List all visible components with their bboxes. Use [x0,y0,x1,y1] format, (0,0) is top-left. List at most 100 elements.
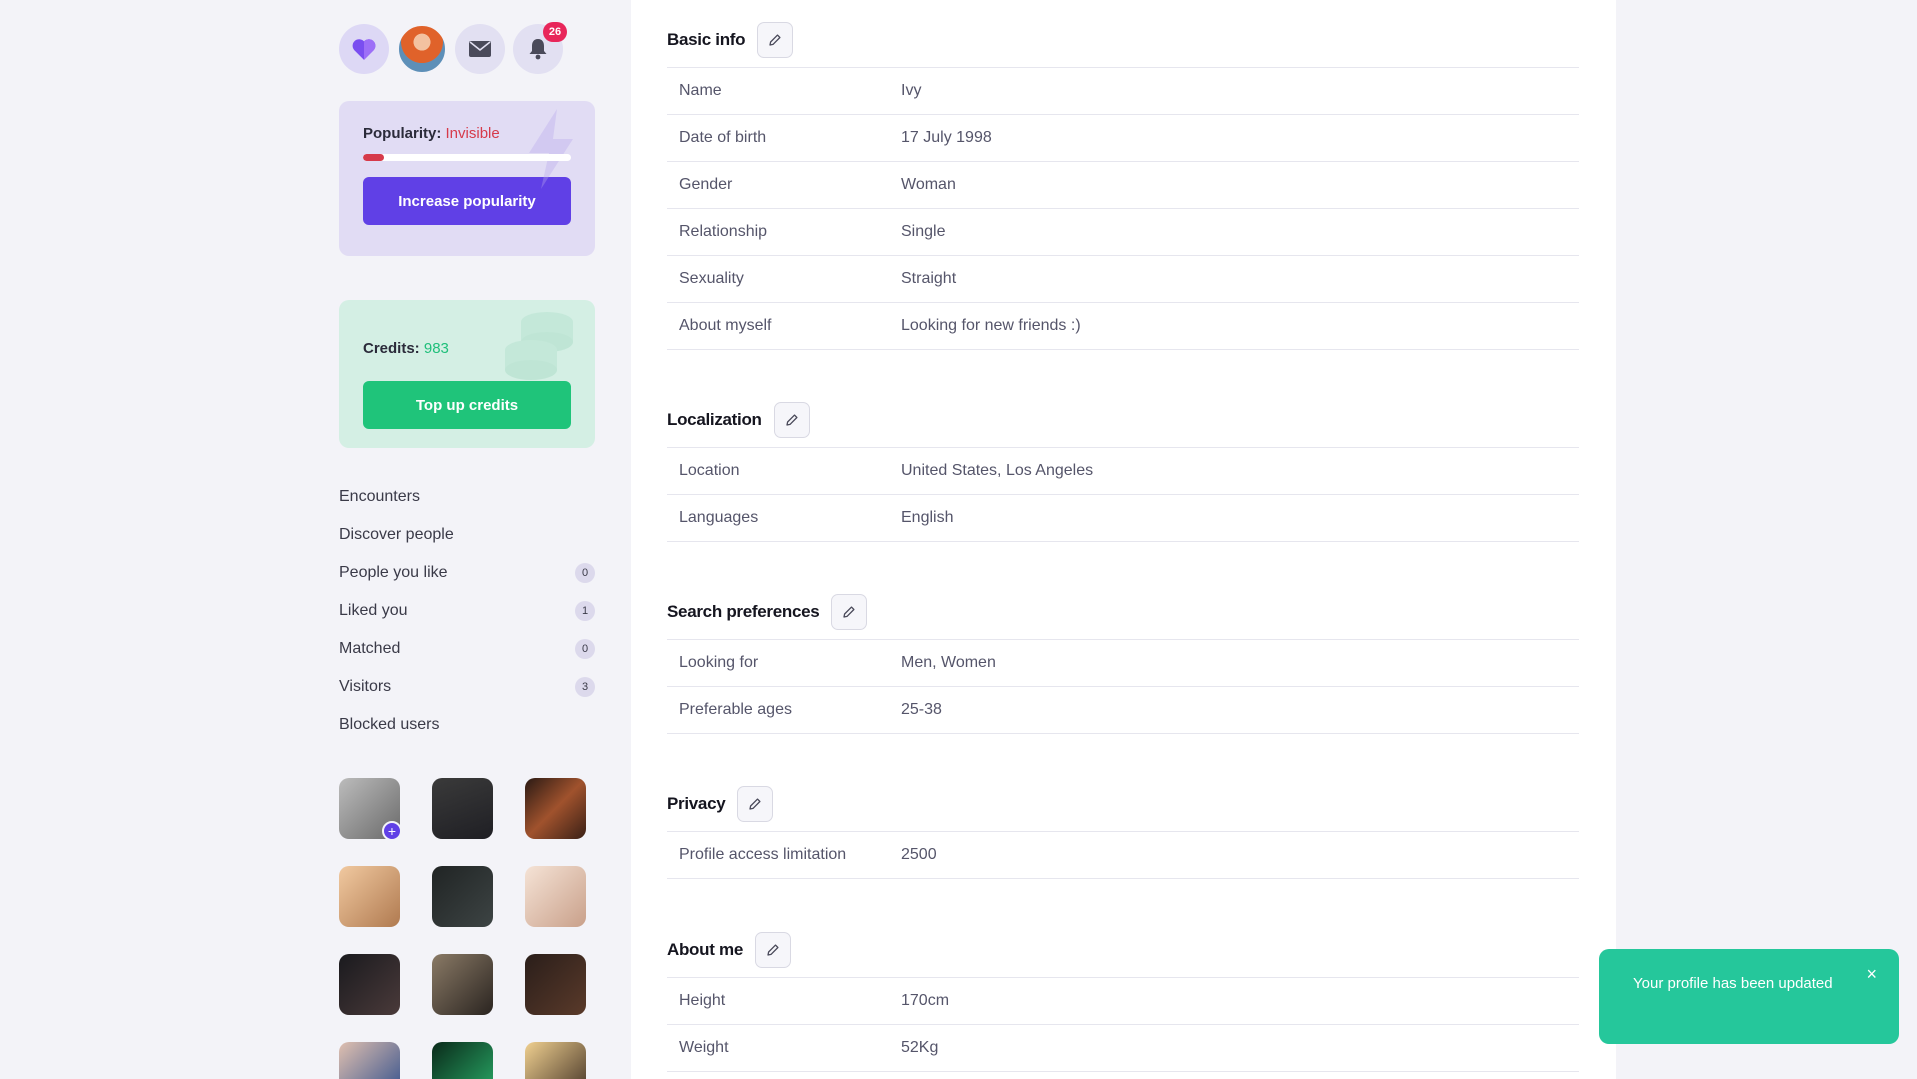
photo-thumb[interactable] [525,866,586,927]
section-title: Basic info [667,30,746,49]
section-title: Search preferences [667,602,820,621]
search-preferences-section: Search preferences Looking for Men, Women P… [667,594,1579,734]
menu-item-label: Liked you [339,602,408,619]
notifications-count-badge: 26 [543,22,567,42]
info-row: Weight 52Kg [667,1025,1579,1072]
heart-icon [352,39,376,60]
info-table: Looking for Men, Women Preferable ages 25-3… [667,639,1579,734]
bell-icon [529,39,547,60]
info-key: Sexuality [679,270,744,287]
info-table: Location United States, Los Angeles Langua… [667,447,1579,542]
profile-avatar-button[interactable] [397,24,447,74]
info-row: About myself Looking for new friends :) [667,303,1579,350]
popularity-progress-fill [363,154,384,161]
info-row: Looking for Men, Women [667,640,1579,687]
basic-info-section: Basic info Name Ivy Date of birth 17 July 19… [667,22,1579,350]
photo-thumb[interactable] [432,954,493,1015]
photo-thumb[interactable] [432,1042,493,1079]
pencil-icon [843,606,855,618]
logo-heart-button[interactable] [339,24,389,74]
info-key: Height [679,992,726,1009]
photo-thumb[interactable] [525,1042,586,1079]
edit-search-button[interactable] [831,594,868,630]
info-key: Location [679,462,740,479]
edit-basic-button[interactable] [757,22,794,58]
info-key: Gender [679,176,733,193]
info-row: Date of birth 17 July 1998 [667,115,1579,162]
menu-item-discover-people[interactable]: Discover people [339,516,595,554]
privacy-section: Privacy Profile access limitation 2500 [667,786,1579,879]
info-row: Sexuality Straight [667,256,1579,303]
menu-item-liked-you[interactable]: Liked you 1 [339,592,595,630]
photo-thumb[interactable] [339,866,400,927]
messages-button[interactable] [455,24,505,74]
info-key: Languages [679,509,759,526]
info-key: Profile access limitation [679,846,847,863]
popularity-card: Popularity: Invisible Increase popularit… [339,101,595,256]
info-value: 17 July 1998 [901,129,992,146]
localization-section: Localization Location United States, Los A… [667,402,1579,542]
profile-updated-toast: Your profile has been updated × [1599,949,1899,1044]
menu-count-badge: 0 [575,639,595,659]
menu-item-people-you-like[interactable]: People you like 0 [339,554,595,592]
photo-thumb[interactable] [339,954,400,1015]
photo-thumb[interactable] [432,866,493,927]
photo-thumb[interactable] [432,778,493,839]
photo-thumb[interactable] [525,954,586,1015]
info-table: Name Ivy Date of birth 17 July 1998 Gender Wo… [667,67,1579,350]
info-row: Location United States, Los Angeles [667,448,1579,495]
section-header: About me [667,932,1579,968]
info-value: 2500 [901,846,937,863]
info-row: Name Ivy [667,68,1579,115]
photo-grid: + [339,778,586,1079]
info-value: Men, Women [901,654,996,671]
menu-item-label: Encounters [339,488,420,505]
info-key: Looking for [679,654,759,671]
edit-about-button[interactable] [754,932,791,968]
popularity-value: Invisible [445,125,500,142]
info-value: Straight [901,270,957,287]
menu-item-label: Matched [339,640,401,657]
info-key: Relationship [679,223,768,240]
edit-localization-button[interactable] [773,402,810,438]
coins-icon [505,312,573,380]
info-key: Preferable ages [679,701,792,718]
photo-thumb[interactable]: + [339,778,402,841]
info-table: Profile access limitation 2500 [667,831,1579,879]
photo-thumb[interactable] [339,1042,400,1079]
top-up-credits-button[interactable]: Top up credits [363,381,571,429]
info-row: Languages English [667,495,1579,542]
info-row: Profile access limitation 2500 [667,832,1579,879]
info-value: Single [901,223,946,240]
section-title: About me [667,940,743,959]
section-title: Privacy [667,794,726,813]
section-header: Privacy [667,786,1579,822]
info-value: Looking for new friends :) [901,317,1081,334]
info-value: 52Kg [901,1039,939,1056]
credits-value: 983 [423,340,449,357]
top-icons: 26 [339,22,567,74]
section-title: Localization [667,410,762,429]
info-key: Date of birth [679,129,767,146]
menu-item-label: Visitors [339,678,392,695]
about-me-section: About me Height 170cm Weight 52Kg [667,932,1579,1072]
add-photo-icon[interactable]: + [382,821,402,841]
menu-item-matched[interactable]: Matched 0 [339,630,595,668]
side-menu: Encounters Discover people People you like… [339,478,595,744]
menu-item-visitors[interactable]: Visitors 3 [339,668,595,706]
info-value: 170cm [901,992,950,1009]
pencil-icon [769,34,781,46]
pencil-icon [767,944,779,956]
popularity-label: Popularity: [363,125,442,142]
credits-label: Credits: [363,340,420,357]
close-icon[interactable]: × [1866,965,1877,983]
menu-item-encounters[interactable]: Encounters [339,478,595,516]
menu-item-blocked-users[interactable]: Blocked users [339,706,595,744]
info-value: United States, Los Angeles [901,462,1094,479]
photo-thumb[interactable] [525,778,586,839]
notifications-button[interactable]: 26 [513,22,567,74]
info-value: English [901,509,954,526]
edit-privacy-button[interactable] [737,786,774,822]
info-row: Gender Woman [667,162,1579,209]
envelope-icon [469,41,491,57]
